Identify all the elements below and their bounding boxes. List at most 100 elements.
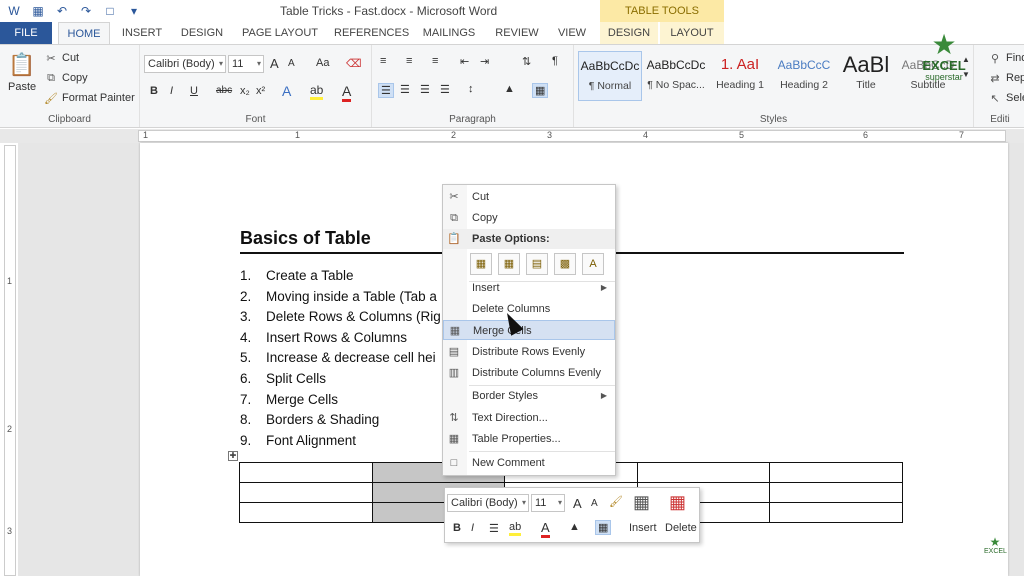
menu-item-border-styles[interactable]: Border Styles ▶ [443, 386, 615, 406]
mini-font-name-combo[interactable]: Calibri (Body) ▾ [447, 494, 529, 512]
table-cell[interactable] [769, 482, 903, 503]
menu-item-delete-columns[interactable]: Delete Columns [443, 299, 615, 319]
style-normal[interactable]: AaBbCcDc ¶ Normal [578, 51, 642, 101]
menu-item-cut[interactable]: ✂ Cut [443, 187, 615, 207]
table-cell[interactable] [636, 462, 771, 483]
table-cell[interactable] [769, 462, 903, 483]
style-heading-1[interactable]: 1. AaI Heading 1 [708, 51, 772, 101]
format-painter-button[interactable]: 🖌 Format Painter [44, 91, 135, 105]
mini-shrink-font-icon[interactable]: A [591, 498, 598, 509]
line-spacing-icon[interactable]: ↕ [468, 83, 474, 95]
tab-review[interactable]: REVIEW [492, 22, 542, 44]
subscript-button[interactable]: x₂ [240, 85, 250, 97]
mini-shading-icon[interactable]: ▲ [569, 521, 580, 533]
horizontal-ruler[interactable]: 1 1 2 3 4 5 6 7 [138, 130, 1006, 142]
style-heading-2[interactable]: AaBbCcC Heading 2 [772, 51, 836, 101]
tab-page-layout[interactable]: PAGE LAYOUT [240, 22, 320, 44]
italic-button[interactable]: I [170, 85, 173, 97]
underline-button[interactable]: U [190, 85, 198, 97]
clear-formatting-icon[interactable]: ⌫ [346, 57, 362, 70]
paste-overwrite-cells-icon[interactable]: ▩ [554, 253, 576, 275]
mini-center-icon[interactable]: ☰ [489, 522, 499, 535]
table-cell[interactable] [239, 502, 373, 523]
decrease-indent-icon[interactable]: ⇤ [460, 55, 469, 68]
tab-insert[interactable]: INSERT [116, 22, 168, 44]
sort-icon[interactable]: ⇅ [522, 55, 531, 68]
table-cell[interactable] [239, 462, 373, 483]
menu-item-copy[interactable]: ⧉ Copy [443, 208, 615, 228]
paste-merge-table-icon[interactable]: ▦ [498, 253, 520, 275]
font-name-combo[interactable]: Calibri (Body) ▾ [144, 55, 226, 73]
tab-view[interactable]: VIEW [552, 22, 592, 44]
tab-home[interactable]: HOME [58, 22, 110, 44]
font-color-icon[interactable]: A [342, 83, 352, 102]
bullets-icon[interactable]: ≡ [380, 55, 386, 67]
menu-item-text-direction[interactable]: ⇅ Text Direction... [443, 408, 615, 428]
mini-italic-button[interactable]: I [471, 522, 474, 534]
style-no-spacing[interactable]: AaBbCcDc ¶ No Spac... [644, 51, 708, 101]
tab-table-layout[interactable]: LAYOUT [660, 22, 724, 44]
redo-icon[interactable]: ↷ [78, 3, 94, 19]
save-icon[interactable]: ▦ [30, 3, 46, 19]
shrink-font-button[interactable]: A [288, 58, 295, 69]
highlight-icon[interactable]: ab [310, 83, 324, 100]
grow-font-button[interactable]: A [270, 56, 279, 71]
font-size-combo[interactable]: 11 ▾ [228, 55, 264, 73]
multilevel-list-icon[interactable]: ≡ [432, 55, 438, 67]
mini-insert-icon[interactable]: ▦ [633, 492, 650, 513]
menu-item-new-comment[interactable]: □ New Comment [443, 453, 615, 473]
new-document-icon[interactable]: □ [102, 3, 118, 19]
select-button[interactable]: ↖ Sele [988, 91, 1024, 105]
align-center-icon[interactable]: ☰ [400, 83, 410, 96]
borders-icon[interactable]: ▦ [532, 83, 549, 98]
increase-indent-icon[interactable]: ⇥ [480, 55, 489, 68]
menu-item-distribute-rows[interactable]: ▤ Distribute Rows Evenly [443, 342, 615, 362]
mini-grow-font-icon[interactable]: A [573, 496, 582, 511]
mini-font-size-combo[interactable]: 11 ▾ [531, 494, 565, 512]
align-left-icon[interactable]: ☰ [378, 83, 394, 98]
cut-button[interactable]: ✂ Cut [44, 51, 79, 65]
shading-icon[interactable]: ▲ [504, 83, 515, 95]
superscript-button[interactable]: x² [256, 85, 265, 97]
paste-button[interactable]: 📋 Paste [8, 51, 36, 93]
paste-keep-text-icon[interactable]: A [582, 253, 604, 275]
menu-item-merge-cells[interactable]: ▦ Merge Cells [443, 320, 615, 340]
undo-icon[interactable]: ↶ [54, 3, 70, 19]
replace-button[interactable]: ⇄ Rep [988, 71, 1024, 85]
strikethrough-button[interactable]: abc [216, 85, 232, 96]
paste-insert-rows-icon[interactable]: ▤ [526, 253, 548, 275]
menu-item-distribute-columns[interactable]: ▥ Distribute Columns Evenly [443, 363, 615, 383]
style-preview: AaBbCcC [777, 58, 831, 72]
mini-highlight-icon[interactable]: ab [509, 521, 522, 536]
style-title[interactable]: AaBl Title [834, 51, 898, 101]
mini-font-color-icon[interactable]: A [541, 520, 550, 538]
text-effects-icon[interactable]: A [282, 83, 291, 99]
show-marks-icon[interactable]: ¶ [552, 55, 558, 67]
copy-button[interactable]: ⧉ Copy [44, 71, 88, 85]
tab-table-design[interactable]: DESIGN [600, 22, 658, 44]
mini-bold-button[interactable]: B [453, 522, 461, 534]
mini-format-painter-icon[interactable]: 🖌 [609, 495, 623, 508]
tab-references[interactable]: REFERENCES [334, 22, 409, 44]
mini-borders-icon[interactable]: ▦ [595, 520, 612, 535]
tab-mailings[interactable]: MAILINGS [418, 22, 480, 44]
vertical-ruler[interactable]: 1 2 3 [4, 145, 16, 576]
numbering-icon[interactable]: ≡ [406, 55, 412, 67]
change-case-button[interactable]: Aa [316, 57, 329, 69]
tab-file[interactable]: FILE [0, 22, 52, 44]
customize-qat-icon[interactable]: ▾ [126, 3, 142, 19]
bold-button[interactable]: B [150, 85, 158, 97]
table-move-handle[interactable]: ✚ [228, 451, 238, 461]
mini-insert-button[interactable]: Insert [629, 522, 657, 534]
tab-design[interactable]: DESIGN [176, 22, 228, 44]
find-button[interactable]: ⚲ Find [988, 51, 1024, 65]
mini-delete-button[interactable]: Delete [665, 522, 697, 534]
paste-nest-table-icon[interactable]: ▦ [470, 253, 492, 275]
menu-item-insert[interactable]: Insert ▶ [443, 278, 615, 298]
table-cell[interactable] [769, 502, 903, 523]
table-cell[interactable] [239, 482, 373, 503]
mini-delete-icon[interactable]: ▦ [669, 492, 686, 513]
justify-icon[interactable]: ☰ [440, 83, 450, 96]
align-right-icon[interactable]: ☰ [420, 83, 430, 96]
menu-item-table-properties[interactable]: ▦ Table Properties... [443, 429, 615, 449]
